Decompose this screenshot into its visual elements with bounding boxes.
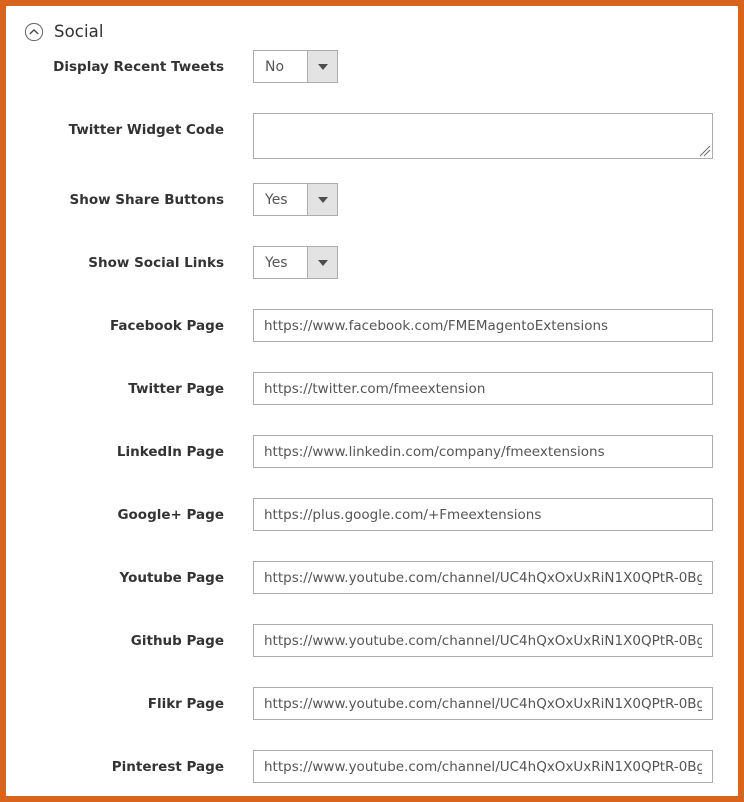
control-display-recent-tweets: No: [224, 50, 738, 83]
control-youtube-page: [224, 561, 738, 594]
control-show-share-buttons: Yes: [224, 183, 738, 216]
control-google-plus-page: [224, 498, 738, 531]
select-show-share-buttons[interactable]: Yes: [253, 183, 338, 216]
social-settings-panel: Social Display Recent Tweets No Twitter …: [6, 6, 738, 796]
select-value-show-share-buttons: Yes: [254, 184, 307, 215]
control-flikr-page: [224, 687, 738, 720]
control-facebook-page: [224, 309, 738, 342]
twitter-widget-code-textarea[interactable]: [253, 113, 713, 159]
chevron-down-icon[interactable]: [307, 247, 337, 278]
field-row-twitter-page: Twitter Page: [6, 372, 738, 435]
facebook-page-input[interactable]: [253, 309, 713, 342]
label-flikr-page: Flikr Page: [6, 687, 224, 712]
label-twitter-page: Twitter Page: [6, 372, 224, 397]
select-show-social-links[interactable]: Yes: [253, 246, 338, 279]
chevron-down-icon[interactable]: [307, 184, 337, 215]
field-row-google-plus-page: Google+ Page: [6, 498, 738, 561]
field-row-youtube-page: Youtube Page: [6, 561, 738, 624]
field-row-show-share-buttons: Show Share Buttons Yes: [6, 183, 738, 246]
control-github-page: [224, 624, 738, 657]
label-linkedin-page: LinkedIn Page: [6, 435, 224, 460]
twitter-page-input[interactable]: [253, 372, 713, 405]
select-value-show-social-links: Yes: [254, 247, 307, 278]
label-google-plus-page: Google+ Page: [6, 498, 224, 523]
field-row-linkedin-page: LinkedIn Page: [6, 435, 738, 498]
label-display-recent-tweets: Display Recent Tweets: [6, 50, 224, 75]
control-linkedin-page: [224, 435, 738, 468]
field-row-show-social-links: Show Social Links Yes: [6, 246, 738, 309]
label-facebook-page: Facebook Page: [6, 309, 224, 334]
section-header-social[interactable]: Social: [6, 6, 738, 46]
control-twitter-page: [224, 372, 738, 405]
linkedin-page-input[interactable]: [253, 435, 713, 468]
label-twitter-widget-code: Twitter Widget Code: [6, 113, 224, 138]
select-value-display-recent-tweets: No: [254, 51, 307, 82]
label-github-page: Github Page: [6, 624, 224, 649]
control-pinterest-page: [224, 750, 738, 783]
github-page-input[interactable]: [253, 624, 713, 657]
field-row-display-recent-tweets: Display Recent Tweets No: [6, 50, 738, 113]
control-twitter-widget-code: [224, 113, 738, 159]
screenshot-frame: Social Display Recent Tweets No Twitter …: [0, 0, 744, 802]
field-row-pinterest-page: Pinterest Page: [6, 750, 738, 796]
flikr-page-input[interactable]: [253, 687, 713, 720]
pinterest-page-input[interactable]: [253, 750, 713, 783]
youtube-page-input[interactable]: [253, 561, 713, 594]
select-display-recent-tweets[interactable]: No: [253, 50, 338, 83]
chevron-down-icon[interactable]: [307, 51, 337, 82]
section-title: Social: [54, 22, 104, 42]
field-row-flikr-page: Flikr Page: [6, 687, 738, 750]
field-row-facebook-page: Facebook Page: [6, 309, 738, 372]
social-form: Display Recent Tweets No Twitter Widget …: [6, 46, 738, 796]
label-pinterest-page: Pinterest Page: [6, 750, 224, 775]
label-show-share-buttons: Show Share Buttons: [6, 183, 224, 208]
label-show-social-links: Show Social Links: [6, 246, 224, 271]
control-show-social-links: Yes: [224, 246, 738, 279]
label-youtube-page: Youtube Page: [6, 561, 224, 586]
chevron-up-circle-icon[interactable]: [24, 22, 44, 42]
google-plus-page-input[interactable]: [253, 498, 713, 531]
field-row-github-page: Github Page: [6, 624, 738, 687]
field-row-twitter-widget-code: Twitter Widget Code: [6, 113, 738, 183]
